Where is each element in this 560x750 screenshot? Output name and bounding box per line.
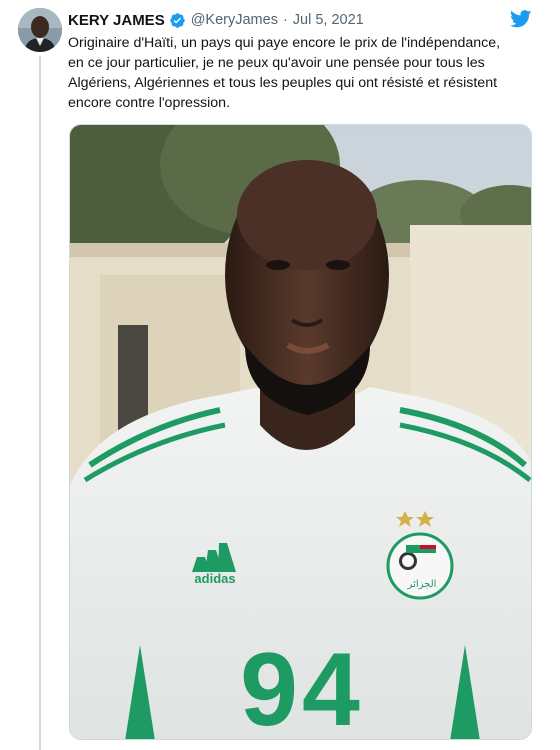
tweet-photo[interactable]: adidas الجزائر 94	[69, 124, 532, 740]
separator-dot: ·	[282, 12, 288, 28]
tweet-text-line: en ce jour particulier, je ne peux qu'av…	[68, 55, 485, 71]
jersey-brand-text: adidas	[194, 571, 235, 586]
avatar[interactable]	[18, 8, 62, 52]
tweet-text-line: encore contre l'opression.	[68, 95, 231, 111]
tweet-date[interactable]: Jul 5, 2021	[293, 12, 364, 28]
thread-line	[39, 56, 41, 750]
twitter-bird-icon[interactable]	[510, 10, 532, 28]
author-handle[interactable]: @KeryJames	[191, 12, 278, 28]
jersey-number: 94	[240, 632, 364, 740]
crest-text: الجزائر	[407, 579, 437, 590]
tweet-text: Originaire d'Haïti, un pays qui paye enc…	[68, 33, 538, 113]
verified-badge-icon	[169, 12, 186, 29]
tweet[interactable]: KERY JAMES @KeryJames · Jul 5, 2021 Orig…	[0, 0, 560, 750]
tweet-header: KERY JAMES @KeryJames · Jul 5, 2021	[68, 10, 364, 30]
tweet-text-line: Algériens, Algériennes et tous les peupl…	[68, 75, 498, 91]
tweet-text-line: Originaire d'Haïti, un pays qui paye enc…	[68, 35, 501, 51]
author-name[interactable]: KERY JAMES	[68, 12, 165, 29]
